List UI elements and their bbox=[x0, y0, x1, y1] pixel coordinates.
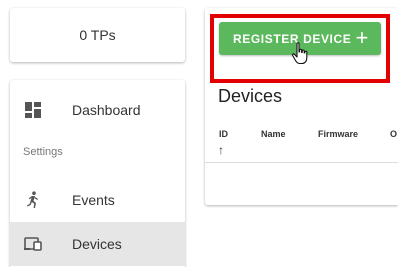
table-header-name[interactable]: Name bbox=[261, 129, 286, 139]
table-header-firmware[interactable]: Firmware bbox=[318, 129, 358, 139]
tp-counter-text: 0 TPs bbox=[79, 27, 116, 43]
sidebar-item-label: Devices bbox=[72, 236, 122, 252]
sidebar-item-devices[interactable]: Devices bbox=[10, 222, 185, 266]
hand-pointer-cursor-icon bbox=[291, 42, 308, 65]
dashboard-icon bbox=[24, 101, 42, 119]
tp-counter-card: 0 TPs bbox=[10, 8, 185, 62]
page-title: Devices bbox=[218, 86, 283, 106]
sidebar-item-label: Events bbox=[72, 192, 115, 208]
sidebar-nav: Dashboard Settings Events Devices bbox=[10, 80, 185, 267]
sort-ascending-icon[interactable]: ↑ bbox=[218, 143, 224, 157]
table-divider bbox=[205, 162, 398, 163]
sidebar-item-events[interactable]: Events bbox=[10, 178, 185, 222]
table-header-truncated[interactable]: O bbox=[390, 129, 397, 139]
sidebar-section-settings: Settings bbox=[23, 146, 63, 158]
running-person-icon bbox=[24, 191, 42, 209]
devices-icon bbox=[24, 235, 42, 253]
sidebar-item-dashboard[interactable]: Dashboard bbox=[10, 88, 185, 132]
sidebar-item-label: Dashboard bbox=[72, 102, 141, 118]
plus-icon: + bbox=[355, 25, 369, 50]
table-header-id[interactable]: ID bbox=[219, 129, 228, 139]
